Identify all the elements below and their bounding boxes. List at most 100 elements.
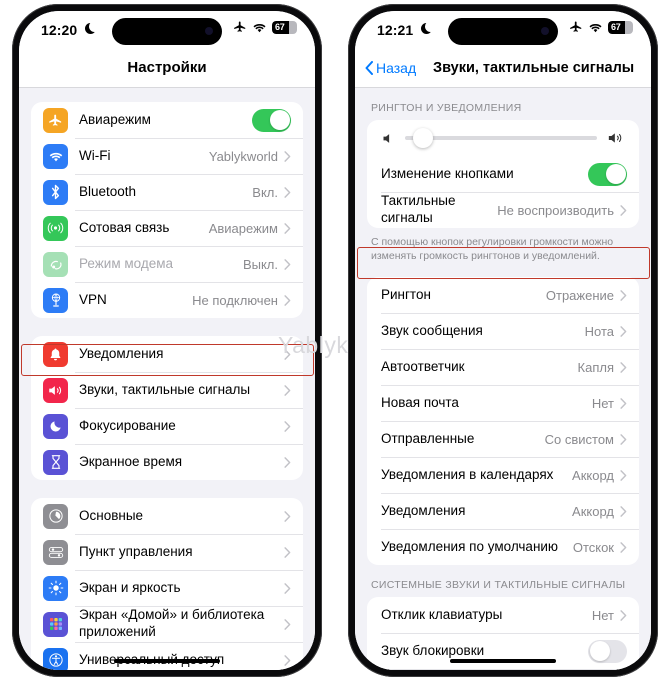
speaker-low-icon — [383, 133, 390, 143]
settings-row[interactable]: Отклик клавиатуры Нет — [367, 597, 639, 633]
row-label: Основные — [79, 507, 144, 523]
volume-slider-knob[interactable] — [412, 128, 433, 148]
settings-row[interactable]: Уведомления Аккорд — [367, 493, 639, 529]
settings-list[interactable]: Авиарежим Wi-Fi Yablykworld Bluetooth Вкл. Со… — [19, 88, 315, 670]
settings-row[interactable]: Уведомления в календарях Аккорд — [367, 457, 639, 493]
settings-row[interactable]: Автоответчик Капля — [367, 349, 639, 385]
bell-icon — [43, 341, 68, 367]
settings-row[interactable]: Уведомления — [31, 336, 303, 372]
speaker-high-icon — [608, 133, 622, 143]
settings-row[interactable]: Авиарежим — [31, 102, 303, 138]
bluetooth-icon — [43, 179, 68, 205]
back-label: Назад — [376, 60, 417, 76]
row-value: Не воспроизводить — [497, 202, 614, 218]
toggle-switch[interactable] — [588, 639, 627, 663]
status-time: 12:20 — [41, 22, 78, 38]
status-time: 12:21 — [377, 22, 414, 38]
chevron-left-icon — [365, 61, 373, 75]
control-center-icon — [43, 539, 68, 565]
hourglass-icon — [43, 449, 68, 475]
sounds-settings-list[interactable]: РИНГТОН И УВЕДОМЛЕНИЯ Изменение кнопками… — [355, 88, 651, 670]
row-label: Звук блокировки — [381, 642, 485, 658]
chevron-right-icon — [284, 222, 291, 234]
settings-row[interactable]: Пункт управления — [31, 534, 303, 570]
cellular-icon — [43, 215, 68, 241]
settings-row[interactable]: Bluetooth Вкл. — [31, 174, 303, 210]
row-label: Отклик клавиатуры — [381, 606, 503, 622]
row-label: Отправленные — [381, 430, 475, 446]
row-value: Нет — [591, 395, 614, 411]
settings-row[interactable]: Звук сообщения Нота — [367, 313, 639, 349]
toggle-switch[interactable] — [252, 108, 291, 132]
settings-row[interactable]: Экран и яркость — [31, 570, 303, 606]
row-value: Yablykworld — [208, 148, 278, 164]
row-label: Авиарежим — [79, 111, 151, 127]
chevron-right-icon — [620, 433, 627, 445]
hotspot-icon — [43, 251, 68, 277]
settings-row[interactable]: Универсальный доступ — [31, 642, 303, 670]
row-value: Нет — [591, 607, 614, 623]
settings-row[interactable]: Новая почта Нет — [367, 385, 639, 421]
row-value: Не подключен — [192, 292, 278, 308]
row-label: Изменение кнопками — [381, 165, 514, 181]
moon-icon — [43, 413, 68, 439]
toggle-switch[interactable] — [588, 162, 627, 186]
right-phone-frame: 12:21 67 Назад Звуки, тактильные сигналы… — [348, 4, 658, 677]
right-nav-bar: Назад Звуки, тактильные сигналы — [355, 51, 651, 88]
wifi-icon — [43, 143, 68, 169]
chevron-right-icon — [284, 582, 291, 594]
row-label: Уведомления — [381, 502, 466, 518]
volume-slider-row[interactable] — [367, 120, 639, 156]
app-grid-icon — [43, 611, 68, 637]
chevron-right-icon — [620, 505, 627, 517]
back-button[interactable]: Назад — [365, 60, 416, 76]
right-phone-screen: 12:21 67 Назад Звуки, тактильные сигналы… — [355, 11, 651, 670]
settings-row[interactable]: Изменение кнопками — [367, 156, 639, 192]
settings-row[interactable]: Фокусирование — [31, 408, 303, 444]
settings-row[interactable]: Экран «Домой» и библиотека приложений — [31, 606, 303, 642]
volume-group: Изменение кнопками Тактильные сигналы Не в… — [367, 120, 639, 228]
row-value: Капля — [577, 359, 614, 375]
settings-row[interactable]: Рингтон Отражение — [367, 277, 639, 313]
status-indicators: 67 — [569, 20, 633, 34]
airplane-icon — [43, 107, 68, 133]
volume-slider-track[interactable] — [405, 128, 597, 148]
battery-icon: 67 — [608, 20, 633, 34]
row-label: Автоответчик — [381, 358, 465, 374]
settings-row[interactable]: Звук блокировки — [367, 633, 639, 669]
settings-row[interactable]: Wi-Fi Yablykworld — [31, 138, 303, 174]
row-label: Пункт управления — [79, 543, 193, 559]
row-value: Аккорд — [572, 503, 614, 519]
chevron-right-icon — [620, 204, 627, 216]
row-label: Экран «Домой» и библиотека приложений — [79, 607, 265, 639]
settings-row[interactable]: Экранное время — [31, 444, 303, 480]
settings-row[interactable]: Режим модема Выкл. — [31, 246, 303, 282]
row-value: Вкл. — [252, 184, 278, 200]
battery-icon: 67 — [272, 20, 297, 34]
chevron-right-icon — [284, 348, 291, 360]
row-value: Нота — [584, 323, 614, 339]
settings-row[interactable]: Тактильные сигналы — [367, 669, 639, 670]
chevron-right-icon — [284, 150, 291, 162]
row-value: Отскок — [572, 539, 614, 555]
row-value: Отражение — [545, 287, 614, 303]
settings-row[interactable]: VPN Не подключен — [31, 282, 303, 318]
chevron-right-icon — [620, 361, 627, 373]
battery-level: 67 — [275, 21, 285, 32]
row-label: VPN — [79, 291, 107, 307]
gear-icon — [43, 503, 68, 529]
row-label: Уведомления по умолчанию — [381, 538, 559, 554]
chevron-right-icon — [284, 258, 291, 270]
page-title: Настройки — [127, 59, 207, 76]
settings-row[interactable]: Основные — [31, 498, 303, 534]
settings-row[interactable]: Уведомления по умолчанию Отскок — [367, 529, 639, 565]
settings-row[interactable]: Сотовая связь Авиарежим — [31, 210, 303, 246]
settings-row[interactable]: Звуки, тактильные сигналы — [31, 372, 303, 408]
chevron-right-icon — [620, 325, 627, 337]
row-value: Выкл. — [242, 256, 278, 272]
row-label: Тактильные сигналы — [381, 193, 456, 225]
chevron-right-icon — [284, 456, 291, 468]
right-status-bar: 12:21 67 — [355, 11, 651, 51]
settings-row[interactable]: Тактильные сигналы Не воспроизводить — [367, 192, 639, 228]
settings-row[interactable]: Отправленные Со свистом — [367, 421, 639, 457]
